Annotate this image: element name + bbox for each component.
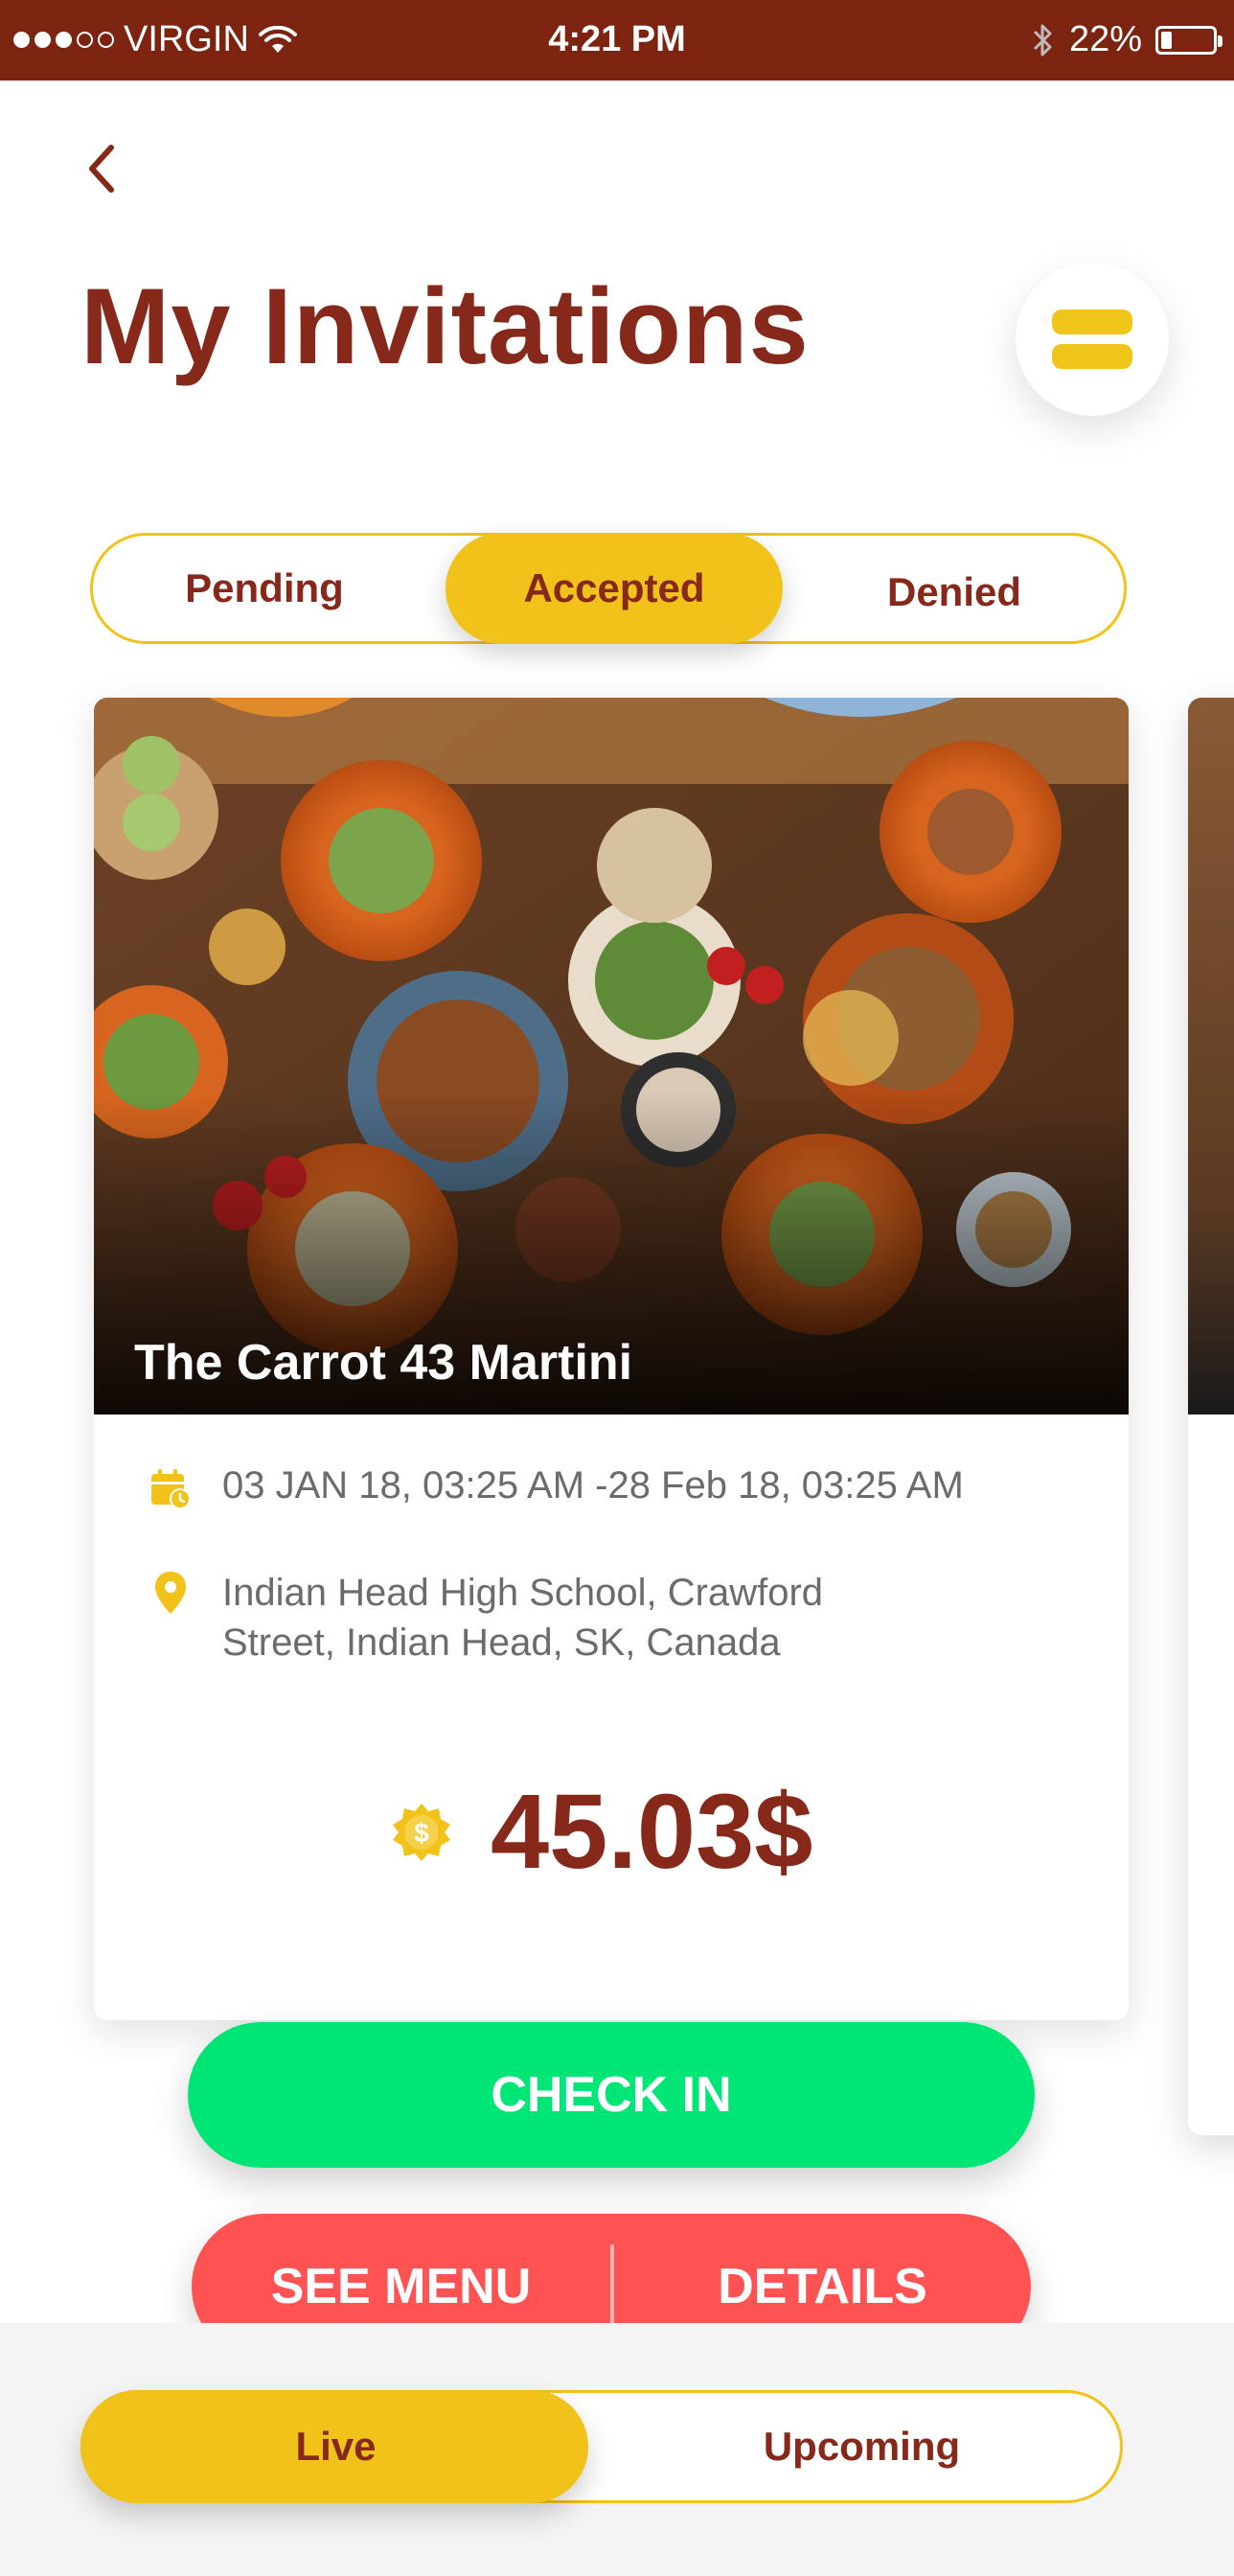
invitation-status-tabs: Pending Accepted Denied [90, 533, 1127, 644]
calendar-clock-icon [151, 1469, 191, 1509]
check-in-button[interactable]: CHECK IN [188, 2022, 1035, 2168]
tab-pending[interactable]: Pending [93, 536, 436, 641]
menu-icon-bar [1052, 344, 1132, 369]
event-date-range: 03 JAN 18, 03:25 AM -28 Feb 18, 03:25 AM [222, 1464, 964, 1506]
status-right: 22% [1031, 19, 1223, 60]
tab-upcoming[interactable]: Upcoming [601, 2393, 1123, 2500]
back-chevron-icon [89, 145, 114, 193]
status-bar: VIRGIN 4:21 PM 22% [0, 0, 1234, 80]
price-value: 45.03$ [491, 1773, 813, 1891]
tab-accepted[interactable]: Accepted [446, 536, 783, 641]
event-price: $ 45.03$ [391, 1771, 812, 1893]
main-content: My Invitations Pending Accepted Denied T… [0, 80, 1234, 2359]
location-pin-icon [155, 1572, 186, 1614]
invitation-card[interactable]: The Carrot 43 Martini 03 JAN 18, 03:25 A… [94, 698, 1129, 2020]
bluetooth-icon [1033, 24, 1052, 56]
event-name: The Carrot 43 Martini [134, 1335, 633, 1391]
event-location-row: Indian Head High School, Crawford Street… [148, 1568, 823, 1668]
coin-dollar-icon: $ [393, 1803, 450, 1861]
svg-text:$: $ [414, 1818, 429, 1848]
tab-denied[interactable]: Denied [783, 540, 1126, 645]
event-address: Indian Head High School, Crawford Street… [222, 1568, 823, 1668]
event-image: The Carrot 43 Martini [94, 698, 1129, 1414]
next-invitation-card[interactable] [1188, 698, 1234, 2135]
event-date-row: 03 JAN 18, 03:25 AM -28 Feb 18, 03:25 AM [148, 1464, 964, 1512]
live-upcoming-tabs: Live Upcoming [80, 2390, 1123, 2503]
tab-live[interactable]: Live [83, 2393, 588, 2500]
address-line-2: Street, Indian Head, SK, Canada [222, 1622, 781, 1664]
battery-percent: 22% [1068, 19, 1142, 59]
battery-icon [1155, 25, 1223, 55]
back-button[interactable] [82, 140, 125, 197]
menu-button[interactable] [1016, 263, 1169, 416]
address-line-1: Indian Head High School, Crawford [222, 1572, 824, 1614]
page-title: My Invitations [80, 266, 810, 386]
menu-icon [1052, 310, 1132, 334]
